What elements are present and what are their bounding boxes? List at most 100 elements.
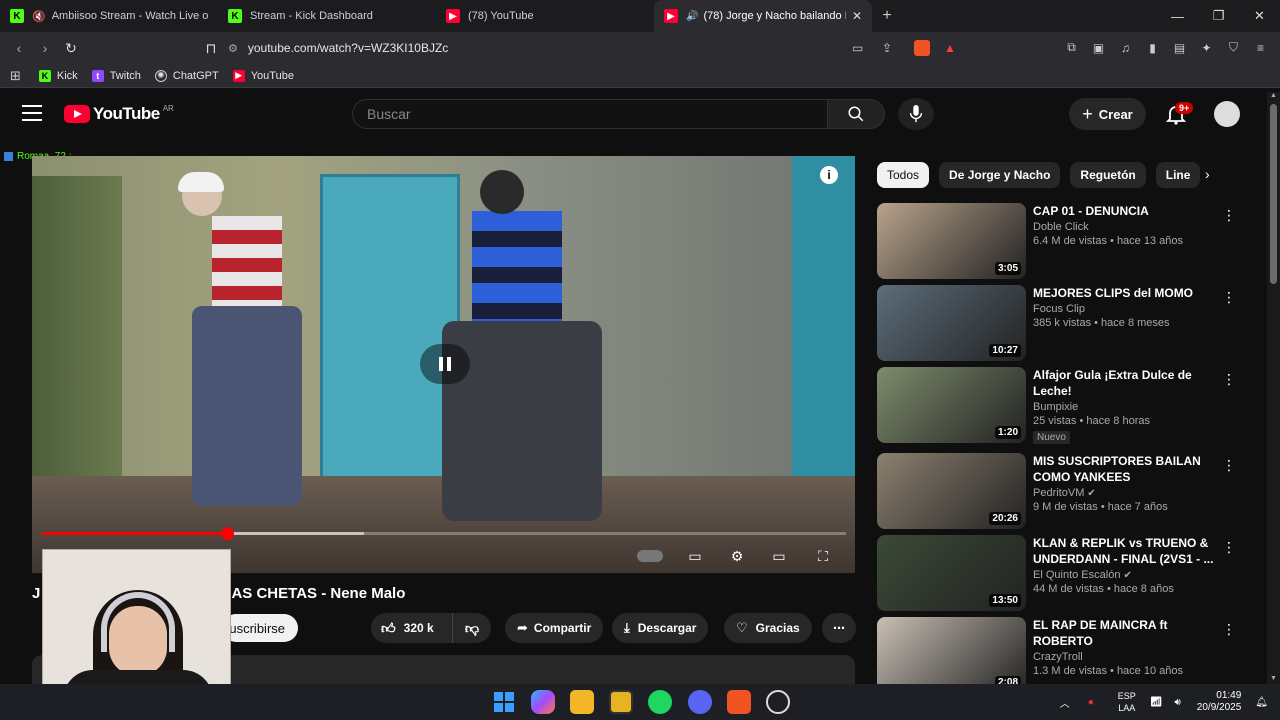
more-options-icon[interactable]: ⋮ bbox=[1222, 621, 1236, 638]
bookmark-icon[interactable]: ⊓ bbox=[198, 40, 224, 57]
pause-overlay-button[interactable] bbox=[420, 344, 470, 384]
app-icon[interactable] bbox=[609, 690, 633, 714]
youtube-logo[interactable]: YouTube AR bbox=[64, 104, 174, 124]
search-button[interactable] bbox=[827, 99, 885, 129]
discord-icon[interactable] bbox=[688, 690, 712, 714]
download-button[interactable]: ⤓ Descargar bbox=[612, 613, 709, 643]
cast-icon[interactable]: ▭ bbox=[852, 41, 863, 55]
copilot-icon[interactable] bbox=[531, 690, 555, 714]
new-tab-button[interactable]: + bbox=[872, 7, 902, 25]
scrollbar-thumb[interactable] bbox=[1270, 104, 1277, 284]
windows-start-icon[interactable] bbox=[492, 690, 516, 714]
reload-icon[interactable]: ↻ bbox=[58, 40, 84, 57]
recommendation-title[interactable]: MEJORES CLIPS del MOMO bbox=[1033, 285, 1215, 301]
hamburger-menu-icon[interactable] bbox=[22, 105, 42, 121]
share-icon[interactable]: ⇪ bbox=[882, 41, 892, 55]
recommendation-title[interactable]: Alfajor Gula ¡Extra Dulce de Leche! bbox=[1033, 367, 1215, 399]
recommendation-channel[interactable]: Doble Click bbox=[1033, 221, 1215, 233]
brave-browser-icon[interactable] bbox=[727, 690, 751, 714]
recommendation-title[interactable]: MIS SUSCRIPTORES BAILAN COMO YANKEES bbox=[1033, 453, 1215, 485]
recommendation-item[interactable]: 13:50 KLAN & REPLIK vs TRUENO & UNDERDANN… bbox=[877, 535, 1237, 611]
voice-search-button[interactable] bbox=[898, 98, 934, 130]
settings-gear-icon[interactable]: ⚙ bbox=[726, 546, 748, 566]
more-options-icon[interactable]: ⋮ bbox=[1222, 371, 1236, 388]
recommendation-thumbnail[interactable]: 1:20 bbox=[877, 367, 1026, 443]
wallet-icon[interactable]: ▤ bbox=[1170, 38, 1189, 57]
recommendation-channel[interactable]: El Quinto Escalón ✔ bbox=[1033, 569, 1215, 581]
dislike-button[interactable]: 👎︎ bbox=[453, 613, 491, 643]
language-indicator[interactable]: ESP LAA bbox=[1118, 690, 1136, 714]
account-avatar[interactable] bbox=[1214, 101, 1240, 127]
apps-grid-icon[interactable]: ⊞ bbox=[10, 68, 21, 84]
search-input[interactable]: Buscar bbox=[352, 99, 828, 129]
obs-icon[interactable] bbox=[766, 690, 790, 714]
chips-next-icon[interactable]: › bbox=[1205, 166, 1210, 182]
recommendation-channel[interactable]: Bumpixie bbox=[1033, 401, 1215, 413]
more-options-icon[interactable]: ⋮ bbox=[1222, 539, 1236, 556]
tab-youtube-video[interactable]: ▶ 🔊 (78) Jorge y Nacho bailando R ✕ bbox=[654, 0, 872, 32]
recommendation-channel[interactable]: PedritoVM ✔ bbox=[1033, 487, 1215, 499]
screenshot-icon[interactable]: ▣ bbox=[1089, 38, 1108, 57]
recommendation-thumbnail[interactable]: 2:08 bbox=[877, 617, 1026, 693]
brave-rewards-icon[interactable]: ▲ bbox=[944, 41, 956, 55]
leo-icon[interactable]: ✦ bbox=[1197, 38, 1216, 57]
recommendation-channel[interactable]: CrazyTroll bbox=[1033, 651, 1215, 663]
close-window-icon[interactable]: ✕ bbox=[1239, 0, 1280, 32]
video-player[interactable]: i ▭ ⚙ ▭ ⛶ bbox=[32, 156, 855, 573]
back-icon[interactable]: ‹ bbox=[6, 40, 32, 56]
muted-speaker-icon[interactable]: 🔇 bbox=[32, 10, 46, 23]
tab-kick-dashboard[interactable]: K Stream - Kick Dashboard bbox=[218, 0, 436, 32]
autoplay-toggle-icon[interactable] bbox=[636, 546, 664, 566]
scroll-up-icon[interactable]: ▲ bbox=[1270, 92, 1277, 99]
subtitles-icon[interactable]: ▭ bbox=[684, 546, 706, 566]
more-options-icon[interactable]: ⋮ bbox=[1222, 289, 1236, 306]
chip-todos[interactable]: Todos bbox=[877, 162, 930, 188]
create-button[interactable]: + Crear bbox=[1069, 98, 1146, 130]
recommendation-thumbnail[interactable]: 3:05 bbox=[877, 203, 1026, 279]
recommendation-channel[interactable]: Focus Clip bbox=[1033, 303, 1215, 315]
more-options-icon[interactable]: ⋮ bbox=[1222, 457, 1236, 474]
chip-de-jorge-y-nacho[interactable]: De Jorge y Nacho bbox=[939, 162, 1061, 188]
recommendation-thumbnail[interactable]: 13:50 bbox=[877, 535, 1026, 611]
chip-line[interactable]: Line bbox=[1155, 162, 1201, 188]
notification-center-icon[interactable]: 🔔︎ bbox=[1255, 697, 1268, 708]
recommendation-item[interactable]: 2:08 EL RAP DE MAINCRA ft ROBERTO CrazyTro… bbox=[877, 617, 1237, 693]
volume-icon[interactable]: 🔊︎ bbox=[1174, 697, 1180, 708]
tab-ambiisoo-stream[interactable]: K 🔇 Ambiisoo Stream - Watch Live on bbox=[0, 0, 218, 32]
tab-youtube-home[interactable]: ▶ (78) YouTube bbox=[436, 0, 654, 32]
share-button[interactable]: ➦ Compartir bbox=[505, 613, 604, 643]
fullscreen-icon[interactable]: ⛶ bbox=[812, 546, 834, 566]
menu-icon[interactable]: ≡ bbox=[1251, 38, 1270, 57]
info-icon[interactable]: i bbox=[820, 166, 838, 184]
more-actions-button[interactable]: ⋯ bbox=[822, 613, 856, 643]
tray-expand-icon[interactable]: ︿ bbox=[1060, 695, 1070, 710]
page-scrollbar[interactable]: ▲ ▼ bbox=[1267, 92, 1280, 684]
speaker-icon[interactable]: 🔊 bbox=[686, 11, 698, 22]
bookmark-kick[interactable]: K Kick bbox=[38, 69, 78, 82]
site-info-icon[interactable]: ⚙ bbox=[228, 42, 238, 55]
subscribe-button[interactable]: uscribirse bbox=[222, 614, 298, 642]
vpn-icon[interactable]: ⛉ bbox=[1224, 38, 1243, 57]
wifi-icon[interactable]: 📶︎ bbox=[1150, 697, 1163, 708]
recording-icon[interactable]: ● bbox=[1088, 697, 1094, 708]
chip-regueton[interactable]: Reguetón bbox=[1070, 162, 1146, 188]
like-button[interactable]: 👍︎ 320 k bbox=[371, 613, 453, 643]
sidebar-icon[interactable]: ▮ bbox=[1143, 38, 1162, 57]
forward-icon[interactable]: › bbox=[32, 40, 58, 56]
brave-shields-icon[interactable] bbox=[914, 40, 930, 56]
bookmark-chatgpt[interactable]: ✺ ChatGPT bbox=[154, 69, 219, 82]
media-icon[interactable]: ♫ bbox=[1116, 38, 1135, 57]
extension-icon[interactable]: ⧉ bbox=[1062, 38, 1081, 57]
recommendation-item[interactable]: 1:20 Alfajor Gula ¡Extra Dulce de Leche! B… bbox=[877, 367, 1237, 444]
recommendation-title[interactable]: CAP 01 - DENUNCIA bbox=[1033, 203, 1215, 219]
more-options-icon[interactable]: ⋮ bbox=[1222, 207, 1236, 224]
bookmark-twitch[interactable]: t Twitch bbox=[91, 69, 141, 82]
recommendation-item[interactable]: 3:05 CAP 01 - DENUNCIA Doble Click 6.4 M de… bbox=[877, 203, 1237, 279]
recommendation-title[interactable]: KLAN & REPLIK vs TRUENO & UNDERDANN - FI… bbox=[1033, 535, 1215, 567]
recommendation-title[interactable]: EL RAP DE MAINCRA ft ROBERTO bbox=[1033, 617, 1215, 649]
spotify-icon[interactable] bbox=[648, 690, 672, 714]
recommendation-thumbnail[interactable]: 20:26 bbox=[877, 453, 1026, 529]
clock[interactable]: 01:49 20/9/2025 bbox=[1197, 690, 1242, 714]
recommendation-item[interactable]: 10:27 MEJORES CLIPS del MOMO Focus Clip 385… bbox=[877, 285, 1237, 361]
scroll-down-icon[interactable]: ▼ bbox=[1270, 675, 1277, 682]
